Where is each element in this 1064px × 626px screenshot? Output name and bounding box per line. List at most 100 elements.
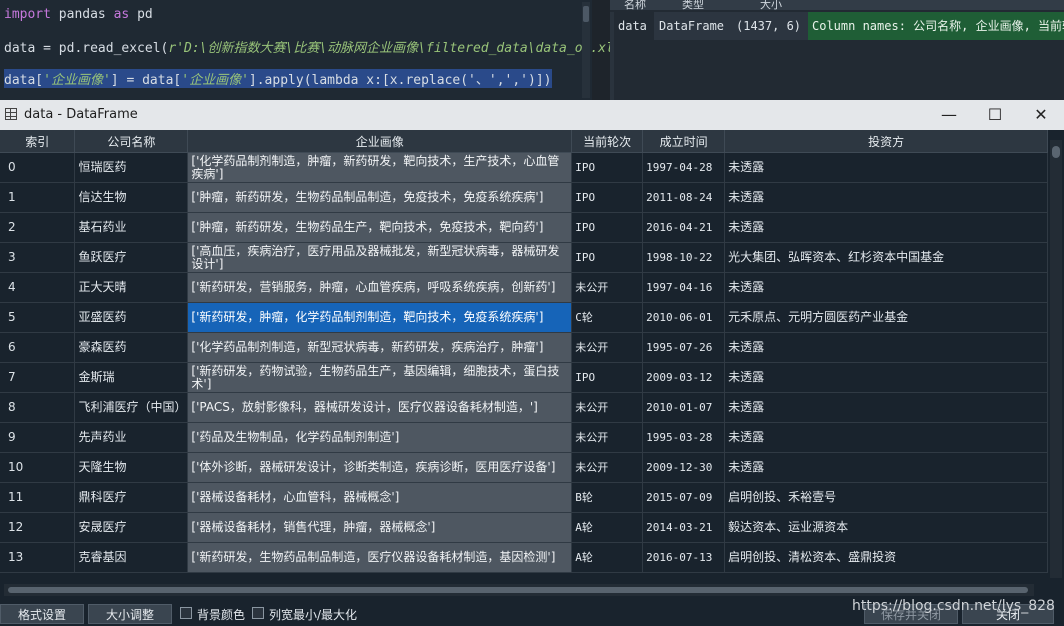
cell-company-name[interactable]: 豪森医药 — [74, 332, 189, 363]
cell-investors[interactable]: 启明创投、清松资本、盛鼎投资 — [724, 542, 1048, 573]
horizontal-scrollbar[interactable] — [4, 584, 1034, 596]
editor-scrollbar[interactable] — [582, 2, 590, 98]
cell-index[interactable]: 5 — [0, 302, 76, 333]
cell-company-portrait[interactable]: ['化学药品制剂制造，肿瘤，新药研发，靶向技术，生产技术，心血管疾病'] — [187, 152, 573, 183]
cell-company-portrait[interactable]: ['肿瘤，新药研发，生物药品制品制造，免疫技术，免疫系统疾病'] — [187, 182, 573, 213]
cell-founded-date[interactable]: 2011-08-24 — [642, 182, 726, 213]
format-button[interactable]: 格式设置 — [0, 604, 84, 624]
background-color-checkbox[interactable] — [180, 607, 192, 619]
cell-founded-date[interactable]: 2016-07-13 — [642, 542, 726, 573]
cell-founded-date[interactable]: 1995-03-28 — [642, 422, 726, 453]
cell-founded-date[interactable]: 2016-04-21 — [642, 212, 726, 243]
cell-company-name[interactable]: 先声药业 — [74, 422, 189, 453]
cell-funding-round[interactable]: IPO — [571, 212, 644, 243]
cell-founded-date[interactable]: 2015-07-09 — [642, 482, 726, 513]
maximize-button[interactable]: ☐ — [972, 100, 1018, 130]
table-row[interactable]: 0 恒瑞医药 ['化学药品制剂制造，肿瘤，新药研发，靶向技术，生产技术，心血管疾病'… — [0, 152, 1048, 183]
cell-funding-round[interactable]: A轮 — [571, 542, 644, 573]
cell-company-portrait[interactable]: ['新药研发，药物试验，生物药品生产，基因编辑，细胞技术，蛋白技术'] — [187, 362, 573, 393]
cell-founded-date[interactable]: 2010-06-01 — [642, 302, 726, 333]
title-bar[interactable]: data - DataFrame — ☐ ✕ — [0, 100, 1064, 130]
scroll-thumb[interactable] — [1052, 146, 1060, 158]
cell-funding-round[interactable]: 未公开 — [571, 392, 644, 423]
cell-company-name[interactable]: 恒瑞医药 — [74, 152, 189, 183]
cell-index[interactable]: 11 — [0, 482, 76, 513]
cell-founded-date[interactable]: 1997-04-28 — [642, 152, 726, 183]
cell-funding-round[interactable]: IPO — [571, 152, 644, 183]
code-editor[interactable]: import pandas as pd data = pd.read_excel… — [0, 0, 622, 100]
table-row[interactable]: 1 信达生物 ['肿瘤，新药研发，生物药品制品制造，免疫技术，免疫系统疾病'] IPO… — [0, 182, 1048, 213]
cell-investors[interactable]: 毅达资本、运业源资本 — [724, 512, 1048, 543]
cell-funding-round[interactable]: 未公开 — [571, 332, 644, 363]
cell-index[interactable]: 10 — [0, 452, 76, 483]
column-header-investors[interactable]: 投资方 — [724, 130, 1048, 153]
column-header-type[interactable]: 类型 — [682, 0, 704, 12]
cell-company-portrait[interactable]: ['药品及生物制品，化学药品制剂制造'] — [187, 422, 573, 453]
cell-company-name[interactable]: 鱼跃医疗 — [74, 242, 189, 273]
column-header-company-portrait[interactable]: 企业画像 — [187, 130, 573, 153]
table-row[interactable]: 4 正大天晴 ['新药研发，营销服务，肿瘤，心血管疾病，呼吸系统疾病，创新药'] 未公… — [0, 272, 1048, 303]
cell-founded-date[interactable]: 1997-04-16 — [642, 272, 726, 303]
cell-company-name[interactable]: 天隆生物 — [74, 452, 189, 483]
cell-index[interactable]: 3 — [0, 242, 76, 273]
cell-company-portrait[interactable]: ['新药研发，肿瘤，化学药品制剂制造，靶向技术，免疫系统疾病'] — [187, 302, 573, 333]
cell-funding-round[interactable]: C轮 — [571, 302, 644, 333]
cell-company-name[interactable]: 信达生物 — [74, 182, 189, 213]
cell-founded-date[interactable]: 2009-12-30 — [642, 452, 726, 483]
cell-funding-round[interactable]: 未公开 — [571, 422, 644, 453]
column-header-name[interactable]: 名称 — [624, 0, 646, 12]
table-row[interactable]: 6 豪森医药 ['化学药品制剂制造，新型冠状病毒，新药研发，疾病治疗，肿瘤'] 未公开… — [0, 332, 1048, 363]
dataframe-table[interactable]: 索引 公司名称 企业画像 当前轮次 成立时间 投资方 0 恒瑞医药 ['化学药品制剂制造，肿瘤… — [0, 130, 1048, 578]
table-row[interactable]: 11 鼎科医疗 ['器械设备耗材，心血管科，器械概念'] B轮 2015-07-09 启明… — [0, 482, 1048, 513]
vertical-scrollbar[interactable] — [1050, 140, 1062, 578]
cell-investors[interactable]: 未透露 — [724, 452, 1048, 483]
cell-index[interactable]: 8 — [0, 392, 76, 423]
table-row[interactable]: 12 安晟医疗 ['器械设备耗材，销售代理，肿瘤，器械概念'] A轮 2014-03-2… — [0, 512, 1048, 543]
cell-funding-round[interactable]: 未公开 — [571, 272, 644, 303]
cell-company-name[interactable]: 亚盛医药 — [74, 302, 189, 333]
cell-company-portrait[interactable]: ['体外诊断，器械研发设计，诊断类制造，疾病诊断，医用医疗设备'] — [187, 452, 573, 483]
cell-investors[interactable]: 未透露 — [724, 272, 1048, 303]
variable-row-data[interactable]: data DataFrame (1437, 6) Column names: 公… — [610, 12, 1064, 40]
cell-index[interactable]: 1 — [0, 182, 76, 213]
column-header-company-name[interactable]: 公司名称 — [74, 130, 189, 153]
cell-index[interactable]: 12 — [0, 512, 76, 543]
resize-button[interactable]: 大小调整 — [88, 604, 172, 624]
column-header-size[interactable]: 大小 — [760, 0, 782, 12]
cell-founded-date[interactable]: 2014-03-21 — [642, 512, 726, 543]
cell-funding-round[interactable]: IPO — [571, 362, 644, 393]
cell-funding-round[interactable]: A轮 — [571, 512, 644, 543]
cell-investors[interactable]: 未透露 — [724, 332, 1048, 363]
table-row[interactable]: 10 天隆生物 ['体外诊断，器械研发设计，诊断类制造，疾病诊断，医用医疗设备'] 未… — [0, 452, 1048, 483]
cell-company-name[interactable]: 安晟医疗 — [74, 512, 189, 543]
cell-company-name[interactable]: 正大天晴 — [74, 272, 189, 303]
cell-funding-round[interactable]: IPO — [571, 182, 644, 213]
column-header-founded-date[interactable]: 成立时间 — [642, 130, 726, 153]
cell-founded-date[interactable]: 2010-01-07 — [642, 392, 726, 423]
cell-company-portrait[interactable]: ['高血压，疾病治疗，医疗用品及器械批发，新型冠状病毒，器械研发设计'] — [187, 242, 573, 273]
cell-company-portrait[interactable]: ['肿瘤，新药研发，生物药品生产，靶向技术，免疫技术，靶向药'] — [187, 212, 573, 243]
cell-index[interactable]: 9 — [0, 422, 76, 453]
cell-company-portrait[interactable]: ['新药研发，生物药品制品制造，医疗仪器设备耗材制造，基因检测'] — [187, 542, 573, 573]
cell-funding-round[interactable]: 未公开 — [571, 452, 644, 483]
cell-company-portrait[interactable]: ['PACS，放射影像科，器械研发设计，医疗仪器设备耗材制造，'] — [187, 392, 573, 423]
cell-founded-date[interactable]: 1995-07-26 — [642, 332, 726, 363]
cell-company-name[interactable]: 鼎科医疗 — [74, 482, 189, 513]
cell-investors[interactable]: 未透露 — [724, 422, 1048, 453]
cell-investors[interactable]: 未透露 — [724, 212, 1048, 243]
table-row[interactable]: 7 金斯瑞 ['新药研发，药物试验，生物药品生产，基因编辑，细胞技术，蛋白技术'] I… — [0, 362, 1048, 393]
cell-funding-round[interactable]: IPO — [571, 242, 644, 273]
cell-investors[interactable]: 未透露 — [724, 182, 1048, 213]
cell-investors[interactable]: 未透露 — [724, 362, 1048, 393]
cell-company-portrait[interactable]: ['新药研发，营销服务，肿瘤，心血管疾病，呼吸系统疾病，创新药'] — [187, 272, 573, 303]
cell-funding-round[interactable]: B轮 — [571, 482, 644, 513]
cell-investors[interactable]: 启明创投、禾裕壹号 — [724, 482, 1048, 513]
cell-index[interactable]: 0 — [0, 152, 76, 183]
cell-company-name[interactable]: 金斯瑞 — [74, 362, 189, 393]
column-width-checkbox[interactable] — [252, 607, 264, 619]
table-row[interactable]: 3 鱼跃医疗 ['高血压，疾病治疗，医疗用品及器械批发，新型冠状病毒，器械研发设计'… — [0, 242, 1048, 273]
cell-company-name[interactable]: 克睿基因 — [74, 542, 189, 573]
cell-investors[interactable]: 光大集团、弘晖资本、红杉资本中国基金 — [724, 242, 1048, 273]
cell-index[interactable]: 13 — [0, 542, 76, 573]
cell-index[interactable]: 7 — [0, 362, 76, 393]
